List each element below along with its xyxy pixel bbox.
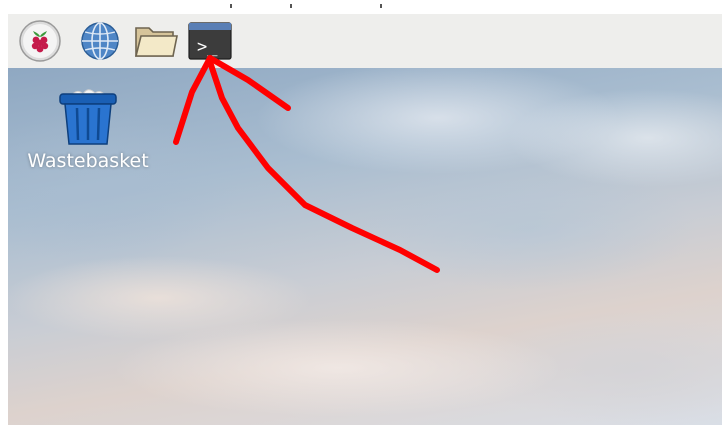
- tick-mark: [380, 4, 382, 8]
- wastebasket-icon: [59, 89, 117, 145]
- web-browser-button[interactable]: [77, 18, 123, 64]
- taskbar: >_: [8, 14, 722, 69]
- terminal-icon: >_: [188, 22, 232, 60]
- folder-icon: [134, 27, 178, 57]
- tick-mark: [230, 4, 232, 8]
- file-manager-button[interactable]: [133, 18, 179, 64]
- desktop-icon-wastebasket[interactable]: Wastebasket: [27, 84, 149, 172]
- globe-icon: [81, 22, 119, 60]
- terminal-button[interactable]: >_: [187, 18, 233, 64]
- desktop-icon-label: Wastebasket: [27, 150, 149, 172]
- applications-menu-button[interactable]: [17, 18, 63, 64]
- raspberry-menu-icon: [19, 20, 61, 62]
- terminal-prompt-glyph: >_: [197, 37, 218, 57]
- tick-mark: [290, 4, 292, 8]
- top-strip: [0, 0, 722, 14]
- desktop: Wastebasket: [8, 68, 722, 425]
